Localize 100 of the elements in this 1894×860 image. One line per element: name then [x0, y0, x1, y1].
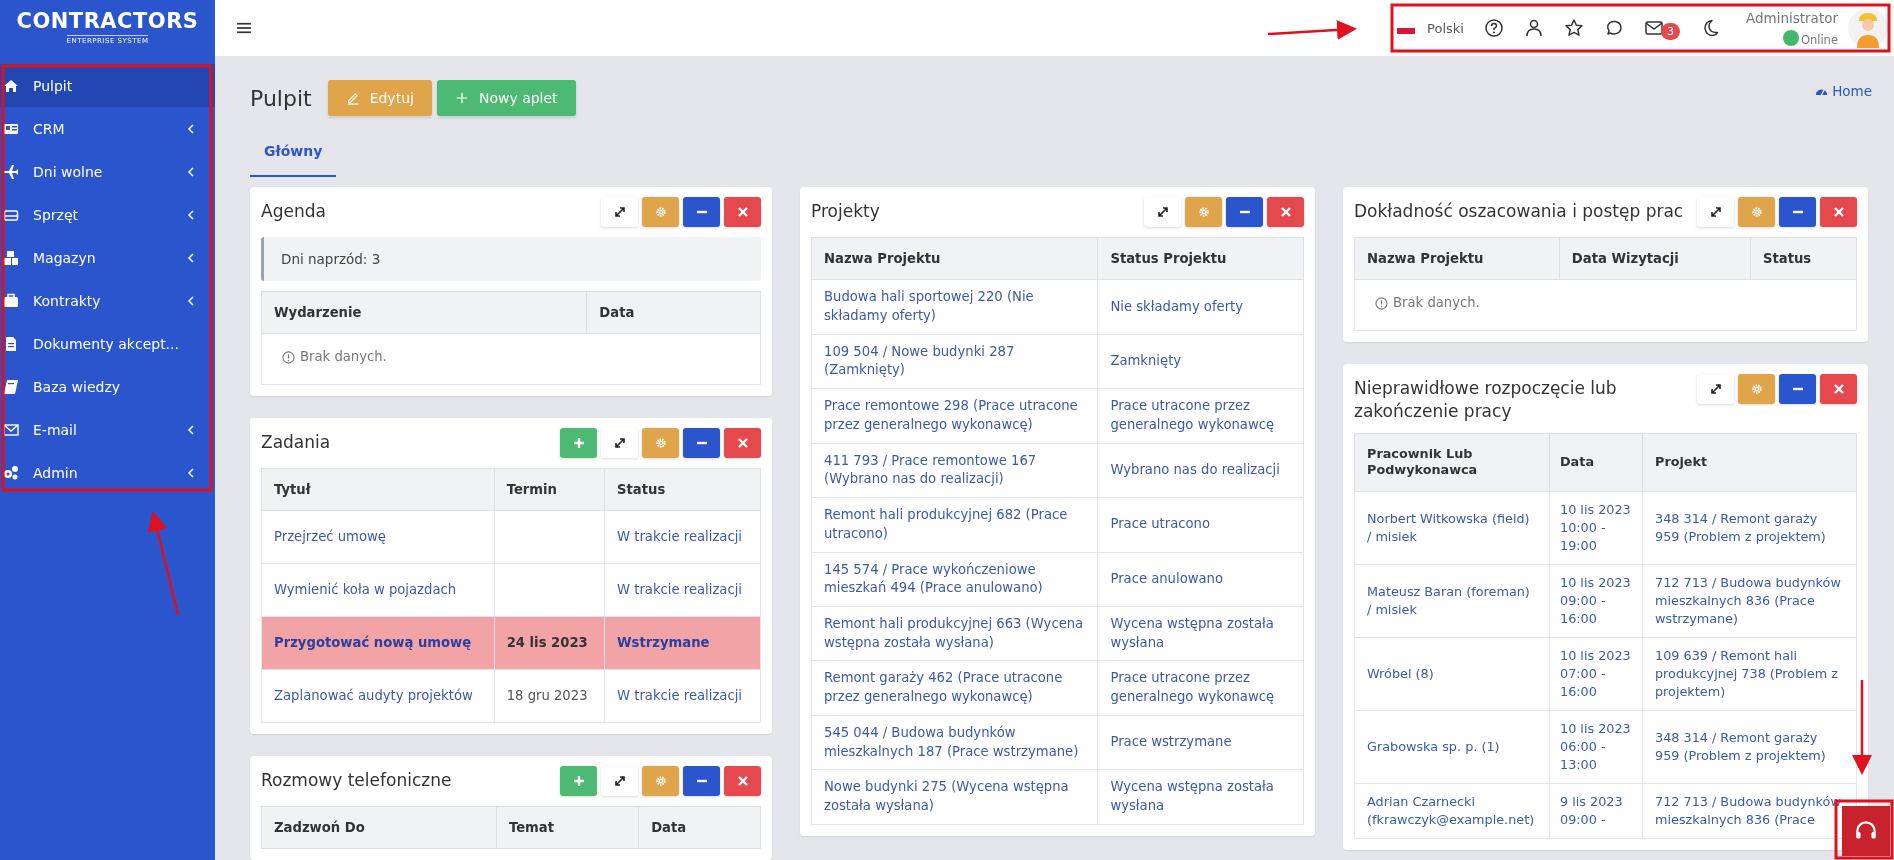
- column-header[interactable]: Temat: [496, 806, 639, 849]
- mail-count-badge: 3: [1660, 22, 1680, 40]
- support-button[interactable]: [1842, 806, 1890, 856]
- expand-icon: [1709, 382, 1722, 395]
- expand-icon: [613, 436, 626, 449]
- widget-title: Rozmowy telefoniczne: [261, 768, 453, 792]
- widget-title: Zadania: [261, 430, 332, 454]
- close-icon: [1832, 206, 1845, 218]
- chevron-icon: [187, 122, 195, 135]
- star-icon[interactable]: [1563, 18, 1584, 38]
- chevron-icon: [187, 165, 195, 178]
- mail-icon[interactable]: [1643, 18, 1664, 38]
- plus-icon: [572, 774, 585, 787]
- close-icon: [736, 436, 749, 449]
- sidebar-item[interactable]: Magazyn: [0, 236, 215, 279]
- close-icon: [1832, 382, 1845, 395]
- plus-icon: [454, 91, 469, 105]
- chevron-icon: [187, 294, 195, 307]
- empty-message: Brak danych.: [1393, 294, 1480, 313]
- table-cell-text: 18 gru 2023: [506, 686, 589, 705]
- close-button[interactable]: [1267, 197, 1304, 227]
- minimize-button[interactable]: [683, 765, 720, 796]
- chevron-icon: [187, 208, 195, 221]
- column-header[interactable]: Status: [604, 468, 761, 511]
- column-header[interactable]: Pracownik Lub Podwykonawca: [1354, 433, 1550, 492]
- close-button[interactable]: [724, 427, 761, 458]
- sidebar-item[interactable]: Pulpit: [0, 64, 215, 107]
- expand-button[interactable]: [1697, 197, 1734, 227]
- info-icon: [1375, 297, 1388, 310]
- column-header[interactable]: Data Wizytacji: [1559, 237, 1751, 280]
- expand-icon: [613, 774, 626, 787]
- settings-icon: [654, 206, 667, 218]
- column-header[interactable]: Wydarzenie: [261, 291, 587, 334]
- sidebar-item[interactable]: E-mail: [0, 408, 215, 451]
- expand-button[interactable]: [1697, 373, 1734, 404]
- expand-icon: [613, 206, 626, 218]
- sidebar-item[interactable]: Dni wolne: [0, 150, 215, 193]
- close-icon: [736, 206, 749, 218]
- close-button[interactable]: [1820, 373, 1857, 404]
- language-label[interactable]: Polski: [1427, 20, 1464, 36]
- expand-icon: [1709, 206, 1722, 218]
- settings-icon: [1197, 206, 1210, 218]
- expand-button[interactable]: [601, 765, 638, 796]
- close-icon: [736, 774, 749, 787]
- column-header[interactable]: Status: [1750, 237, 1857, 280]
- sidebar-item[interactable]: CRM: [0, 107, 215, 150]
- close-icon: [1279, 206, 1292, 218]
- settings-icon: [1750, 382, 1763, 395]
- column-header[interactable]: Nazwa Projektu: [811, 237, 1098, 280]
- page-title: Pulpit: [250, 85, 312, 111]
- chevron-icon: [187, 466, 195, 479]
- user-icon[interactable]: [1523, 18, 1544, 38]
- column-header[interactable]: Projekt: [1642, 433, 1857, 492]
- user-status: Online: [1800, 32, 1838, 47]
- column-header[interactable]: Data: [586, 291, 761, 334]
- dashboard-icon: [1815, 86, 1829, 96]
- minimize-button[interactable]: [1226, 197, 1263, 227]
- column-header[interactable]: Status Projektu: [1097, 237, 1304, 280]
- expand-button[interactable]: [601, 197, 638, 227]
- column-header[interactable]: Data: [638, 806, 761, 849]
- close-button[interactable]: [1820, 197, 1857, 227]
- empty-message: Brak danych.: [300, 348, 387, 367]
- info-text: Dni naprzód: 3: [281, 251, 381, 267]
- chevron-icon: [187, 423, 195, 436]
- widget-title: Nieprawidłowe rozpoczęcie lub zakończenie pracy: [1354, 376, 1618, 423]
- column-header[interactable]: Data: [1549, 433, 1643, 492]
- minimize-button[interactable]: [683, 197, 720, 227]
- sidebar-item[interactable]: Sprzęt: [0, 193, 215, 236]
- minimize-button[interactable]: [683, 427, 720, 458]
- column-header[interactable]: Zadzwoń Do: [261, 806, 497, 849]
- column-header[interactable]: Termin: [494, 468, 605, 511]
- minimize-button[interactable]: [1779, 197, 1816, 227]
- sidebar-item[interactable]: Baza wiedzy: [0, 365, 215, 408]
- online-status-dot: [1782, 29, 1799, 46]
- table-cell-text: 24 lis 2023: [506, 633, 589, 652]
- sidebar-item[interactable]: Dokumenty akcept...: [0, 322, 215, 365]
- info-icon: [282, 351, 295, 364]
- widget-title: Agenda: [261, 200, 327, 223]
- expand-button[interactable]: [1144, 197, 1181, 227]
- sidebar-item[interactable]: Kontrakty: [0, 279, 215, 322]
- user-name[interactable]: Administrator: [1745, 9, 1838, 26]
- column-header[interactable]: Tytuł: [261, 468, 495, 511]
- close-button[interactable]: [724, 765, 761, 796]
- minimize-button[interactable]: [1779, 373, 1816, 404]
- settings-icon: [654, 436, 667, 449]
- help-icon[interactable]: [1483, 18, 1504, 38]
- pencil-icon: [345, 91, 360, 105]
- tab[interactable]: Główny: [250, 131, 337, 177]
- widget-title: Dokładność oszacowania i postęp prac: [1354, 200, 1685, 223]
- plus-icon: [572, 436, 585, 449]
- breadcrumb-link[interactable]: Home: [1815, 83, 1872, 99]
- sidebar-item[interactable]: Admin: [0, 451, 215, 494]
- chevron-icon: [187, 251, 195, 264]
- logo-title: CONTRACTORS: [16, 11, 199, 32]
- expand-button[interactable]: [601, 427, 638, 458]
- settings-icon: [654, 774, 667, 787]
- expand-icon: [1156, 206, 1169, 218]
- widget-title: Projekty: [811, 200, 881, 223]
- column-header[interactable]: Nazwa Projektu: [1354, 237, 1560, 280]
- close-button[interactable]: [724, 197, 761, 227]
